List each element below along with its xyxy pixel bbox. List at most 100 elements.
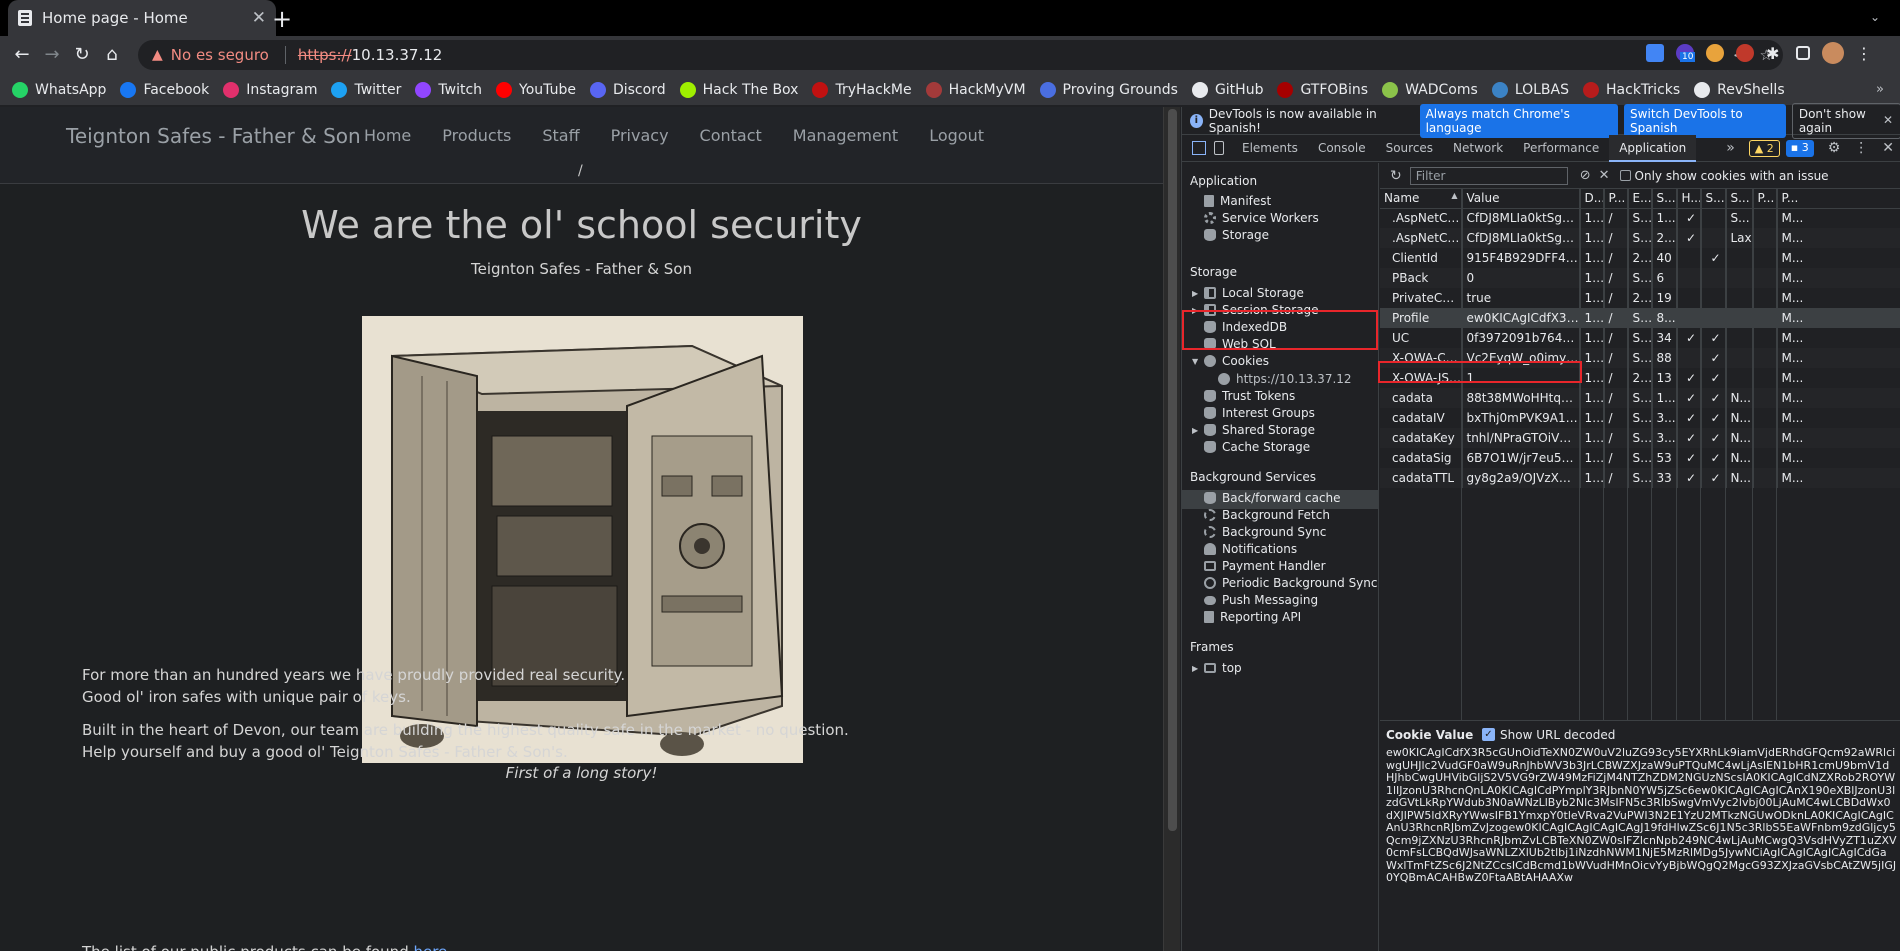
- cookie-extension-icon[interactable]: [1706, 44, 1724, 62]
- wappalyzer-extension-icon[interactable]: [1736, 44, 1754, 62]
- bookmark-youtube[interactable]: YouTube: [496, 81, 576, 98]
- only-issues-checkbox[interactable]: [1619, 170, 1631, 181]
- table-row[interactable]: ClientId915F4B929DFF4B92...1.../2...40 ✓ M…: [1380, 248, 1900, 268]
- reload-icon[interactable]: ↻: [70, 43, 94, 67]
- expand-arrow-icon[interactable]: ▶: [1192, 664, 1202, 673]
- extension-badge-icon[interactable]: 10: [1676, 44, 1696, 62]
- nav-link-contact[interactable]: Contact: [700, 126, 762, 145]
- table-row[interactable]: PrivateCom...true1.../2...19 M...: [1380, 288, 1900, 308]
- table-row[interactable]: cadataSig6B7O1W/jr7eu5bsxXk...1.../S...5…: [1380, 448, 1900, 468]
- tab-console[interactable]: Console: [1308, 135, 1376, 162]
- sidebar-item-background-fetch[interactable]: Background Fetch: [1204, 506, 1330, 524]
- column-header[interactable]: S...: [1701, 189, 1727, 209]
- profile-avatar[interactable]: [1822, 42, 1844, 64]
- forward-arrow-icon[interactable]: →: [40, 43, 64, 67]
- clear-filtered-icon[interactable]: ⊘: [1580, 168, 1591, 183]
- nav-link-logout[interactable]: Logout: [929, 126, 984, 145]
- table-row[interactable]: .AspNetCore....CfDJ8MLIa0ktSg9Bja...1...…: [1380, 228, 1900, 248]
- sidebar-item-shared-storage[interactable]: ▶ Shared Storage: [1192, 421, 1315, 439]
- sidebar-item-push-messaging[interactable]: Push Messaging: [1204, 591, 1318, 609]
- sidebar-item-cookies-origin[interactable]: https://10.13.37.12: [1218, 370, 1352, 388]
- browser-tab-active[interactable]: Home page - Home ✕: [8, 0, 276, 36]
- column-header[interactable]: Value: [1462, 189, 1581, 209]
- translate-extension-icon[interactable]: [1646, 44, 1664, 62]
- tab-sources[interactable]: Sources: [1376, 135, 1443, 162]
- switch-language-button[interactable]: Switch DevTools to Spanish: [1624, 103, 1786, 138]
- page-scrollbar-thumb[interactable]: [1168, 109, 1177, 831]
- bookmarks-overflow-icon[interactable]: »: [1876, 82, 1884, 97]
- bookmark-facebook[interactable]: Facebook: [120, 81, 209, 98]
- column-header[interactable]: P...: [1753, 189, 1778, 209]
- table-row[interactable]: UC0f3972091b764a0393...1.../S...34✓✓M...: [1380, 328, 1900, 348]
- table-row[interactable]: cadataIVbxThj0mPVK9A1+He8...1.../S...3..…: [1380, 408, 1900, 428]
- tab-application[interactable]: Application: [1609, 134, 1697, 162]
- nav-link-products[interactable]: Products: [442, 126, 511, 145]
- sidebar-item-reporting-api[interactable]: Reporting API: [1204, 608, 1301, 626]
- expand-arrow-icon[interactable]: ▶: [1192, 426, 1202, 435]
- back-arrow-icon[interactable]: ←: [10, 43, 34, 67]
- address-bar[interactable]: ▲ No es seguro https:// 10.13.37.12 ⇄ ⊕ …: [138, 40, 1783, 70]
- nav-link-staff[interactable]: Staff: [542, 126, 579, 145]
- bookmark-hackmyvm[interactable]: HackMyVM: [925, 81, 1026, 98]
- devtools-close-icon[interactable]: ✕: [1882, 140, 1894, 157]
- table-row[interactable]: PBack 0 1... / S... 6 M...: [1380, 268, 1900, 288]
- devtools-menu-icon[interactable]: ⋮: [1854, 140, 1868, 157]
- puzzle-extensions-icon[interactable]: ✱: [1766, 44, 1784, 63]
- device-toolbar-icon[interactable]: [1214, 141, 1224, 155]
- tab-network[interactable]: Network: [1443, 135, 1513, 162]
- bookmark-twitch[interactable]: Twitch: [415, 81, 482, 98]
- sidebar-item-trust-tokens[interactable]: Trust Tokens: [1204, 387, 1295, 405]
- sidebar-item-bfcache[interactable]: Back/forward cache: [1204, 489, 1341, 507]
- column-header[interactable]: E...: [1628, 189, 1653, 209]
- chrome-menu-icon[interactable]: ⋮: [1856, 44, 1872, 63]
- new-tab-button[interactable]: +: [268, 5, 296, 33]
- nav-link-privacy[interactable]: Privacy: [611, 126, 669, 145]
- bookmark-wadcoms[interactable]: WADComs: [1382, 81, 1478, 98]
- sidebar-item-cookies[interactable]: ▼ Cookies: [1192, 352, 1269, 370]
- nav-link-management[interactable]: Management: [793, 126, 898, 145]
- sidebar-item-local-storage[interactable]: ▶ Local Storage: [1192, 284, 1304, 302]
- cookie-value-text[interactable]: ew0KICAgICdfX3R5cGUnOidTeXN0ZW0uV2luZG93…: [1386, 747, 1897, 947]
- bookmark-whatsapp[interactable]: WhatsApp: [12, 81, 106, 98]
- tab-performance[interactable]: Performance: [1513, 135, 1609, 162]
- site-brand[interactable]: Teignton Safes - Father & Son: [66, 124, 361, 148]
- cookie-filter-input[interactable]: Filter: [1409, 166, 1568, 185]
- sidebar-item-manifest[interactable]: Manifest: [1204, 192, 1271, 210]
- refresh-icon[interactable]: ↻: [1390, 168, 1402, 184]
- column-header[interactable]: H...: [1677, 189, 1702, 209]
- sidebar-item-service-workers[interactable]: Service Workers: [1204, 209, 1319, 227]
- nav-link-home[interactable]: Home: [364, 126, 411, 145]
- column-header[interactable]: P...: [1777, 189, 1900, 209]
- column-header[interactable]: D...: [1580, 189, 1605, 209]
- table-row[interactable]: cadataTTLgy8g2a9/OJVzXH0yw/...1.../S...3…: [1380, 468, 1900, 488]
- sidebar-item-frame-top[interactable]: ▶ top: [1192, 659, 1242, 677]
- inspect-element-icon[interactable]: [1192, 141, 1206, 155]
- page-scrollbar[interactable]: [1163, 107, 1180, 951]
- tab-search-chevron-icon[interactable]: ⌄: [1870, 10, 1880, 24]
- column-header[interactable]: P...: [1604, 189, 1629, 209]
- side-panel-icon[interactable]: [1796, 46, 1810, 60]
- sidebar-item-payment-handler[interactable]: Payment Handler: [1204, 557, 1326, 575]
- warnings-badge[interactable]: ▲ 2: [1748, 140, 1780, 157]
- messages-badge[interactable]: ▪ 3: [1785, 140, 1814, 157]
- bookmark-discord[interactable]: Discord: [589, 81, 666, 98]
- bookmark-github[interactable]: GitHub: [1191, 81, 1263, 98]
- show-url-decoded-checkbox[interactable]: ✓: [1482, 728, 1495, 741]
- security-status-label[interactable]: No es seguro: [171, 46, 269, 64]
- sidebar-item-cache-storage[interactable]: Cache Storage: [1204, 438, 1310, 456]
- bookmark-proving-grounds[interactable]: Proving Grounds: [1039, 81, 1178, 98]
- infobar-close-icon[interactable]: ✕: [1883, 113, 1893, 127]
- bookmark-twitter[interactable]: Twitter: [331, 81, 401, 98]
- sidebar-item-storage[interactable]: Storage: [1204, 226, 1269, 244]
- products-link[interactable]: here: [413, 943, 447, 951]
- bookmark-tryhackme[interactable]: TryHackMe: [812, 81, 912, 98]
- sidebar-item-periodic-sync[interactable]: Periodic Background Sync: [1204, 574, 1378, 592]
- more-tabs-icon[interactable]: »: [1726, 140, 1735, 157]
- bookmark-instagram[interactable]: Instagram: [223, 81, 317, 98]
- sidebar-item-background-sync[interactable]: Background Sync: [1204, 523, 1326, 541]
- delete-selected-icon[interactable]: ✕: [1599, 168, 1610, 183]
- table-row[interactable]: .AspNetCore....CfDJ8MLIa0ktSg9Bja...1...…: [1380, 208, 1900, 228]
- tab-elements[interactable]: Elements: [1232, 135, 1308, 162]
- table-row[interactable]: cadata88t38MWoHHtqyFSq...1.../S...1...✓✓…: [1380, 388, 1900, 408]
- column-header[interactable]: Name ▲: [1380, 189, 1463, 209]
